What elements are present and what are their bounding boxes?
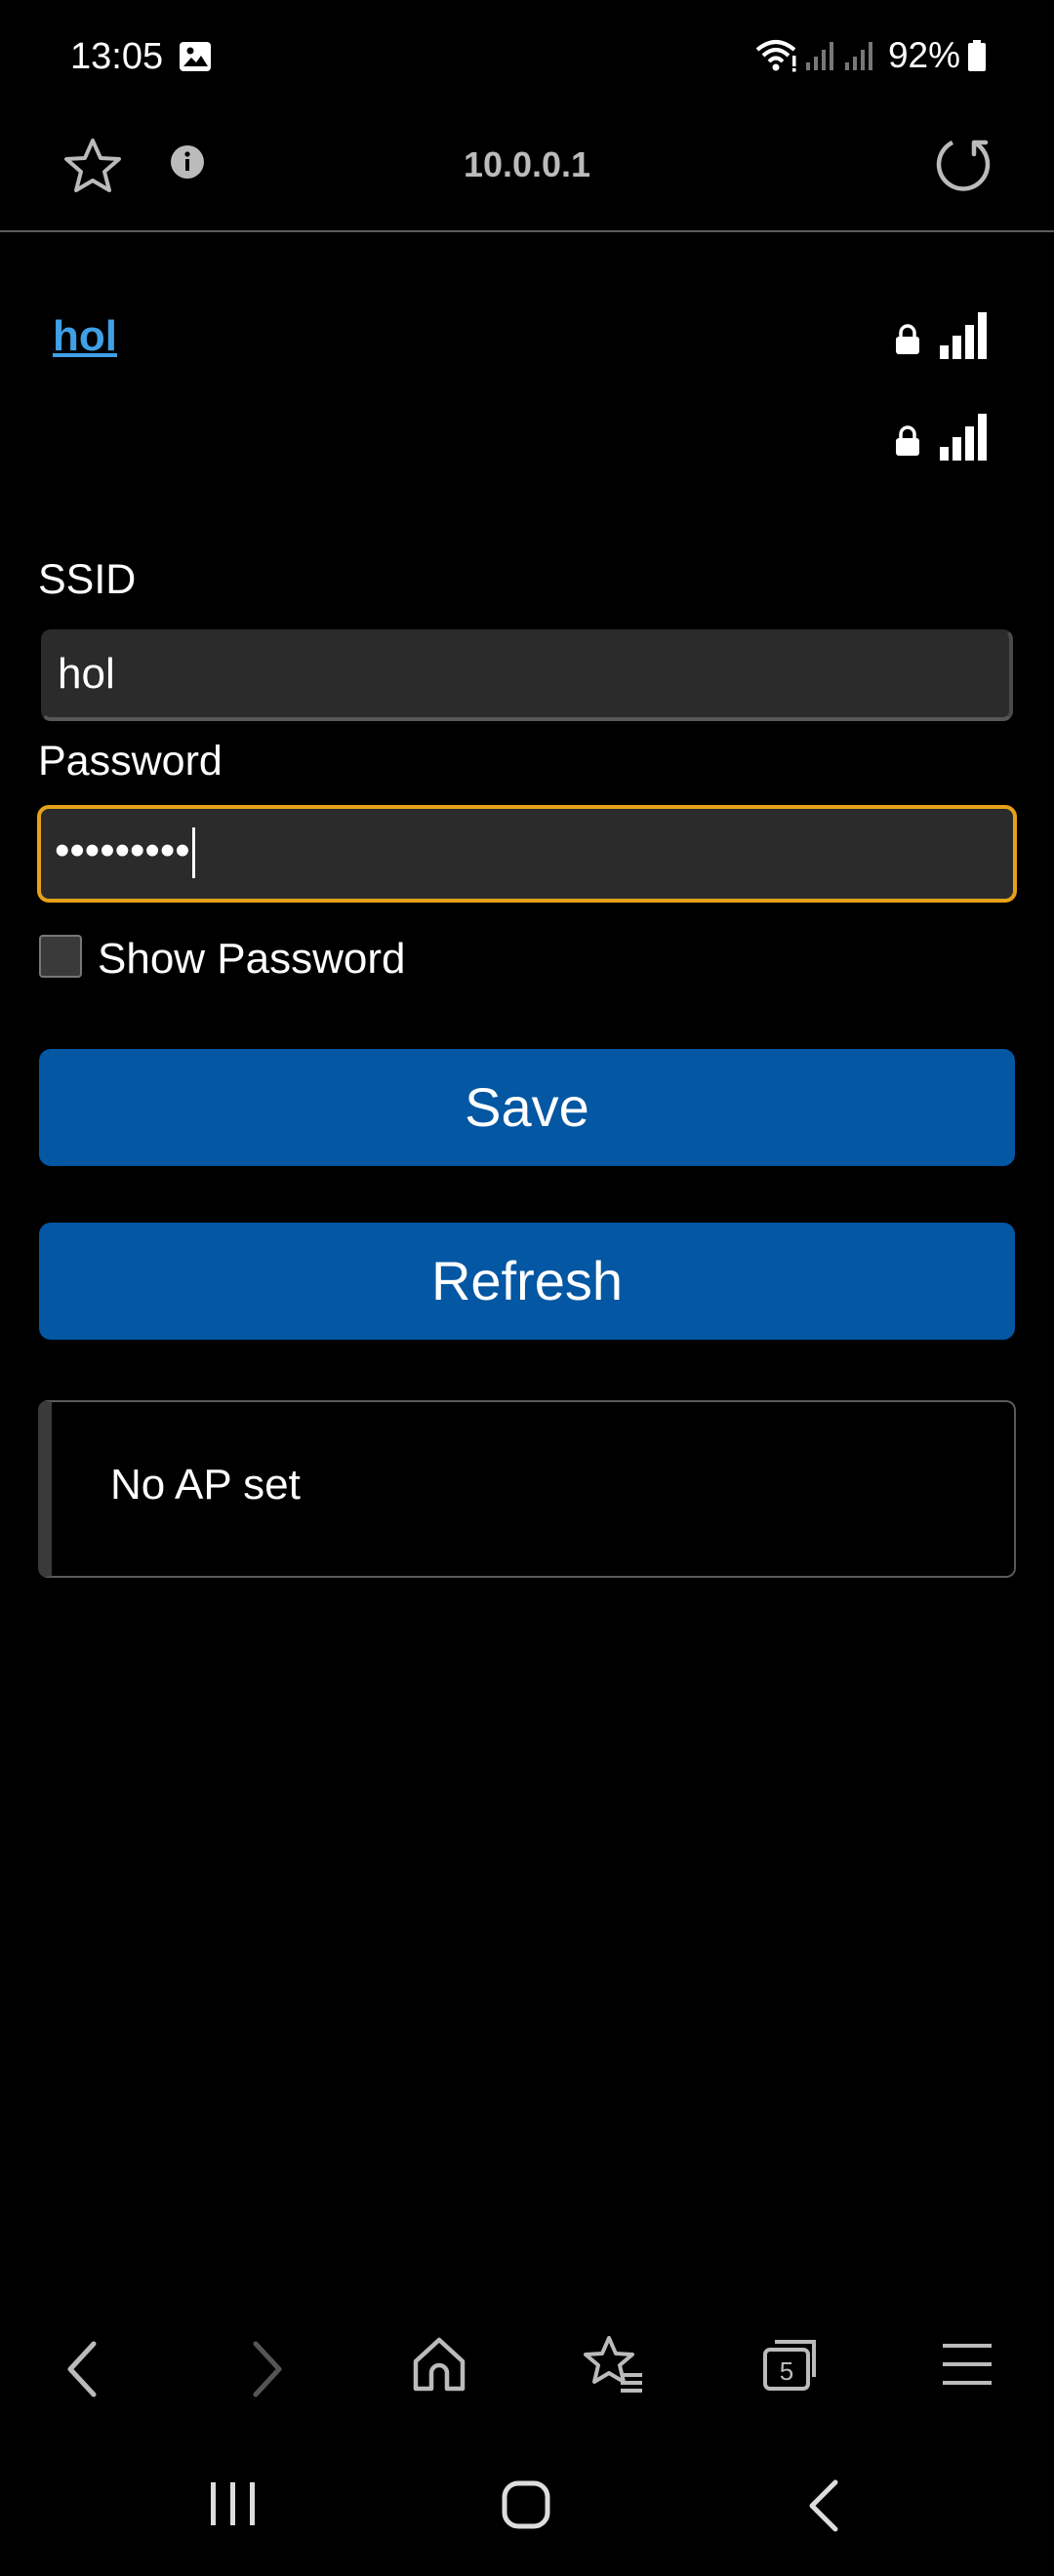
browser-toolbar: 10.0.0.1 bbox=[0, 109, 1054, 232]
status-time: 13:05 bbox=[70, 36, 164, 77]
gallery-icon bbox=[180, 42, 211, 71]
network-list-item[interactable]: hol bbox=[39, 302, 1015, 381]
menu-icon[interactable] bbox=[943, 2342, 992, 2387]
network-status-icons bbox=[895, 312, 989, 359]
signal-icon bbox=[844, 42, 872, 70]
url-bar[interactable]: 10.0.0.1 bbox=[0, 144, 1054, 185]
status-bar: 13:05 92% bbox=[0, 0, 1054, 109]
ssid-label: SSID bbox=[38, 556, 137, 603]
forward-icon[interactable] bbox=[246, 2340, 285, 2398]
bookmarks-icon[interactable] bbox=[584, 2334, 644, 2395]
ssid-input-value: hol bbox=[58, 650, 115, 698]
password-input[interactable]: ••••••••• bbox=[37, 805, 1017, 903]
status-message-box: No AP set bbox=[38, 1400, 1016, 1578]
battery-icon bbox=[968, 40, 986, 71]
battery-percent: 92% bbox=[887, 35, 960, 75]
network-ssid-link[interactable]: hol bbox=[53, 312, 117, 361]
save-button[interactable]: Save bbox=[39, 1049, 1015, 1166]
reload-icon[interactable] bbox=[931, 135, 992, 195]
signal-icon bbox=[805, 42, 833, 70]
tabs-icon[interactable]: 5 bbox=[761, 2334, 822, 2395]
lock-icon bbox=[896, 324, 919, 354]
network-list-item[interactable] bbox=[39, 404, 1015, 482]
password-label: Password bbox=[38, 738, 223, 785]
browser-bottom-toolbar: 5 bbox=[0, 2313, 1054, 2420]
ssid-input[interactable]: hol bbox=[41, 629, 1013, 721]
status-message: No AP set bbox=[110, 1461, 301, 1509]
home-icon[interactable] bbox=[410, 2334, 468, 2393]
text-caret bbox=[191, 827, 195, 879]
network-status-icons bbox=[895, 414, 989, 461]
signal-icon bbox=[940, 312, 987, 359]
password-input-value: ••••••••• bbox=[55, 826, 190, 874]
tab-count: 5 bbox=[780, 2356, 793, 2386]
status-right-group: 92% bbox=[755, 31, 986, 80]
back-icon[interactable] bbox=[64, 2340, 103, 2398]
back-icon[interactable] bbox=[806, 2478, 841, 2533]
system-navigation-bar bbox=[0, 2459, 1054, 2566]
signal-icon bbox=[940, 414, 987, 461]
recents-icon[interactable] bbox=[209, 2480, 258, 2527]
home-circle-icon[interactable] bbox=[502, 2480, 550, 2529]
lock-icon bbox=[896, 425, 919, 456]
show-password-checkbox[interactable] bbox=[39, 935, 82, 978]
show-password-label[interactable]: Show Password bbox=[98, 935, 405, 984]
wifi-icon bbox=[755, 40, 796, 72]
refresh-button[interactable]: Refresh bbox=[39, 1223, 1015, 1340]
